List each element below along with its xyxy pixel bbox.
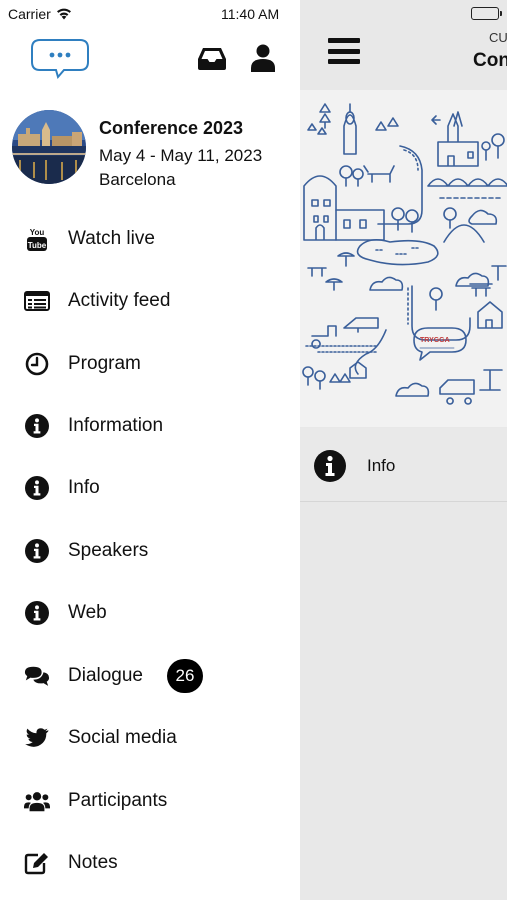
menu-item-label: Speakers <box>68 540 149 561</box>
menu-item-program[interactable]: Program <box>0 333 300 393</box>
newspaper-icon <box>24 288 50 314</box>
svg-text:Tube: Tube <box>28 241 47 250</box>
menu-item-information[interactable]: Information <box>0 395 300 455</box>
main-content-panel: CU Con TRYGGA Info <box>300 0 507 900</box>
menu-item-social-media[interactable]: Social media <box>0 707 300 767</box>
menu-item-label: Web <box>68 602 107 623</box>
menu-item-activity-feed[interactable]: Activity feed <box>0 270 300 330</box>
menu-item-label: Information <box>68 415 164 436</box>
menu-item-label: Info <box>68 477 100 498</box>
carrier-indicator: Carrier <box>8 6 72 22</box>
info-row-label: Info <box>367 456 396 475</box>
side-drawer: Conference 2023 May 4 - May 11, 2023 Bar… <box>0 0 300 900</box>
menu-item-info[interactable]: Info <box>0 457 300 517</box>
carrier-name: Carrier <box>8 6 51 22</box>
status-time: 11:40 AM <box>221 6 280 22</box>
hamburger-menu-icon[interactable] <box>328 38 360 64</box>
chat-bubble-logo-icon[interactable] <box>30 36 90 80</box>
event-header[interactable]: Conference 2023 May 4 - May 11, 2023 Bar… <box>12 110 292 189</box>
menu-item-label: Activity feed <box>68 290 171 311</box>
menu-item-label: Participants <box>68 790 168 811</box>
event-banner-illustration: TRYGGA <box>300 90 507 427</box>
clock-icon <box>24 351 50 377</box>
user-profile-icon[interactable] <box>250 44 276 72</box>
event-name: Conference 2023 <box>99 118 244 138</box>
svg-text:You: You <box>30 228 45 237</box>
menu-item-dialogue[interactable]: Dialogue 26 <box>0 645 300 705</box>
info-icon <box>24 413 50 439</box>
info-icon <box>24 475 50 501</box>
menu-item-web[interactable]: Web <box>0 582 300 642</box>
battery-icon <box>471 7 502 20</box>
edit-icon <box>24 850 50 876</box>
event-dates: May 4 - May 11, 2023 <box>99 146 263 165</box>
menu-item-notes[interactable]: Notes <box>0 832 300 892</box>
wifi-icon <box>56 8 71 20</box>
menu-item-label: Social media <box>68 727 177 748</box>
status-bar: Carrier 11:40 AM <box>0 0 507 28</box>
twitter-icon <box>24 725 50 751</box>
menu-item-label: Program <box>68 353 141 374</box>
menu-item-watch-live[interactable]: You Tube Watch live <box>0 208 300 268</box>
menu-item-label: Notes <box>68 852 118 873</box>
info-icon <box>314 450 346 482</box>
drawer-toolbar <box>0 34 300 84</box>
youtube-icon: You Tube <box>24 226 50 252</box>
menu-item-label: Dialogue <box>68 665 143 686</box>
menu-item-label: Watch live <box>68 228 155 249</box>
menu-item-participants[interactable]: Participants <box>0 770 300 830</box>
dialogue-count-badge: 26 <box>167 659 203 693</box>
app-screen: CU Con TRYGGA Info Conference 2023 May 4… <box>0 0 507 900</box>
inbox-icon[interactable] <box>198 46 226 70</box>
event-photo <box>12 110 86 184</box>
header-subtitle: CU <box>489 30 507 45</box>
event-location: Barcelona <box>99 170 176 189</box>
comments-icon <box>24 663 50 689</box>
menu-item-speakers[interactable]: Speakers <box>0 520 300 580</box>
info-icon <box>24 600 50 626</box>
users-icon <box>24 788 50 814</box>
banner-sign-text: TRYGGA <box>420 337 450 344</box>
header-title: Con <box>473 50 507 71</box>
info-icon <box>24 538 50 564</box>
info-list-row[interactable]: Info <box>300 428 507 502</box>
